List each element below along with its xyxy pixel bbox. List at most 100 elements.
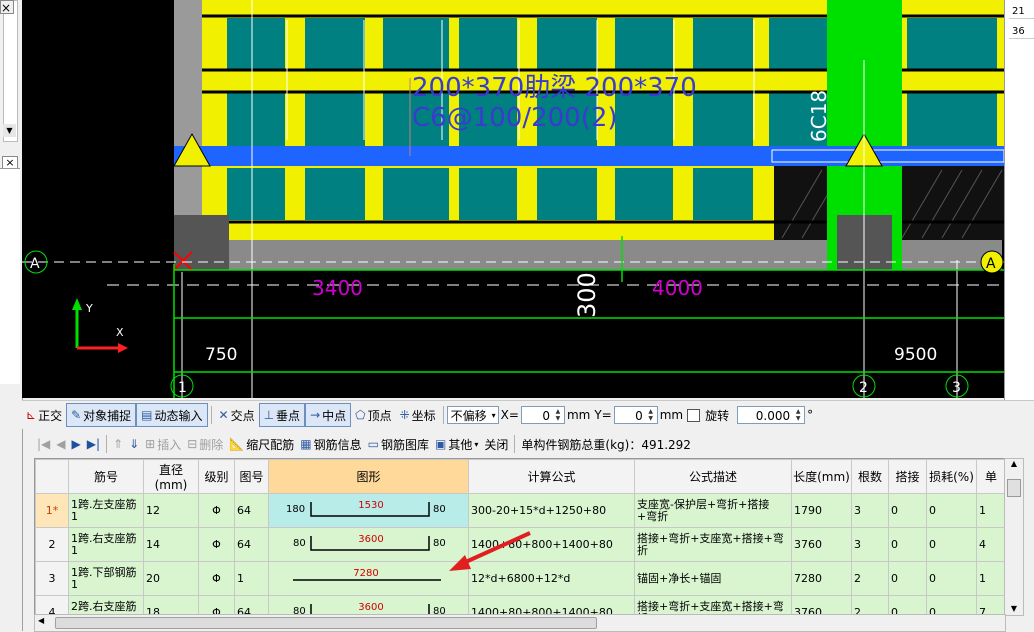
rebar-lap[interactable]: 0 [888,527,927,562]
rebar-description[interactable]: 锚固+净长+锚固 [634,561,792,596]
scroll-thumb[interactable] [55,617,597,629]
next-record-icon[interactable]: ▶ [69,433,84,455]
rebar-lap[interactable]: 0 [888,561,927,596]
vertex-button[interactable]: ⬠ 顶点 [351,404,395,426]
rebar-shape[interactable]: 80 3600 80 [268,527,469,562]
rebar-description[interactable]: 搭接+弯折+支座宽+搭接+弯折 [634,527,792,562]
prev-record-icon[interactable]: ◀ [53,433,68,455]
perpendicular-button[interactable]: ⊥ 垂点 [258,403,306,427]
column-header[interactable]: 损耗(%) [926,459,977,494]
intersection-button[interactable]: ✕ 交点 [215,404,259,426]
dynamic-input-button[interactable]: ▤ 动态输入 [136,403,208,427]
rebar-length[interactable]: 3760 [791,527,852,562]
rebar-grade[interactable]: Φ [198,493,235,528]
column-header[interactable]: 图号 [234,459,269,494]
table-horizontal-scrollbar[interactable]: ◀ [34,614,1006,632]
rebar-loss[interactable]: 0 [926,527,977,562]
rotate-input[interactable]: 0.000 ▲ ▼ [737,406,806,424]
rebar-description[interactable]: 支座宽-保护层+弯折+搭接+弯折 [634,493,792,528]
x-input[interactable]: 0 ▲ ▼ [520,406,565,424]
rebar-loss[interactable]: 0 [926,493,977,528]
rebar-count[interactable]: 2 [851,595,889,615]
rebar-name[interactable]: 1跨.下部钢筋1 [68,561,144,596]
spin-icon[interactable]: ▲ ▼ [793,408,803,422]
rebar-formula[interactable]: 1400+80+800+1400+80 [468,595,635,615]
rebar-diameter[interactable]: 18 [143,595,199,615]
rebar-formula[interactable]: 300-20+15*d+1250+80 [468,493,635,528]
other-button[interactable]: ▣ 其他 ▾ [432,433,481,455]
first-record-icon[interactable]: |◀ [34,433,53,455]
rebar-length[interactable]: 7280 [791,561,852,596]
rebar-grade[interactable]: Φ [198,595,235,615]
column-header[interactable]: 图形 [268,459,469,494]
column-header[interactable]: 直径(mm) [143,459,199,494]
row-number[interactable]: 1* [35,493,69,528]
rebar-diameter[interactable]: 20 [143,561,199,596]
left-panel-scrollbar[interactable] [3,0,18,142]
column-header[interactable]: 筋号 [68,459,144,494]
scroll-up-icon[interactable]: ▲ [1005,459,1023,468]
grid-close-icon[interactable]: × [0,0,14,15]
rebar-count[interactable]: 3 [851,493,889,528]
column-header[interactable]: 级别 [198,459,235,494]
move-down-icon[interactable]: ⇓ [126,433,142,455]
object-snap-button[interactable]: ✎ 对象捕捉 [66,403,137,427]
scroll-left-icon[interactable]: ◀ [38,616,44,625]
delete-button[interactable]: ⊟ 删除 [184,433,226,455]
rebar-loss[interactable]: 0 [926,561,977,596]
scroll-thumb[interactable] [1007,479,1021,497]
spin-icon[interactable]: ▲ ▼ [553,408,563,422]
spin-icon[interactable]: ▲ ▼ [646,408,656,422]
column-header[interactable]: 根数 [851,459,889,494]
rebar-unit-weight[interactable]: 1 [976,493,1005,528]
close-button[interactable]: 关闭 [481,433,511,455]
column-header[interactable]: 计算公式 [468,459,635,494]
row-number[interactable]: 2 [35,527,69,562]
rebar-grade[interactable]: Φ [198,527,235,562]
rebar-unit-weight[interactable]: 7 [976,595,1005,615]
scroll-down-icon[interactable]: ▼ [1005,604,1023,613]
rebar-shape[interactable]: 180 1530 80 [268,493,469,528]
rebar-figure-no[interactable]: 64 [234,527,269,562]
rebar-count[interactable]: 2 [851,561,889,596]
rebar-figure-no[interactable]: 64 [234,595,269,615]
column-header[interactable]: 长度(mm) [791,459,852,494]
row-number[interactable]: 3 [35,561,69,596]
cad-canvas[interactable]: 200*370肋梁 200*370 C6@100/200(2) 6C18 340… [22,0,1004,398]
rebar-shape[interactable]: 80 3600 80 [268,595,469,615]
rebar-diameter[interactable]: 12 [143,493,199,528]
column-header[interactable]: 公式描述 [634,459,792,494]
rebar-length[interactable]: 3760 [791,595,852,615]
rebar-name[interactable]: 2跨.右支座筋1 [68,595,144,615]
insert-button[interactable]: ⊞ 插入 [142,433,184,455]
offset-select[interactable]: 不偏移 ▾ [446,406,499,424]
rebar-length[interactable]: 1790 [791,493,852,528]
last-record-icon[interactable]: ▶| [84,433,103,455]
rebar-loss[interactable]: 0 [926,595,977,615]
rebar-unit-weight[interactable]: 4 [976,527,1005,562]
table-row[interactable]: 4 2跨.右支座筋1 18 Φ 64 80 3600 80 1400+80+80… [35,595,1005,615]
rebar-lap[interactable]: 0 [888,493,927,528]
rebar-figure-no[interactable]: 64 [234,493,269,528]
rotate-checkbox[interactable] [687,408,701,422]
y-input[interactable]: 0 ▲ ▼ [613,406,658,424]
rebar-grade[interactable]: Φ [198,561,235,596]
scroll-down-icon[interactable]: ▼ [3,124,16,137]
midpoint-button[interactable]: → 中点 [305,403,352,427]
rebar-info-button[interactable]: ▦ 钢筋信息 [297,433,364,455]
move-up-icon[interactable]: ⇑ [110,433,126,455]
column-header[interactable] [35,459,69,494]
rebar-figure-no[interactable]: 1 [234,561,269,596]
rebar-diameter[interactable]: 14 [143,527,199,562]
table-row[interactable]: 1* 1跨.左支座筋1 12 Φ 64 180 1530 80 300-20+1… [35,493,1005,528]
coordinate-button[interactable]: ⁜ 坐标 [396,404,440,426]
rebar-library-button[interactable]: ▭ 钢筋图库 [365,433,432,455]
rebar-name[interactable]: 1跨.右支座筋1 [68,527,144,562]
column-header[interactable]: 单 [976,459,1005,494]
rebar-unit-weight[interactable]: 1 [976,561,1005,596]
rebar-shape[interactable]: 7280 [268,561,469,596]
row-number[interactable]: 4 [35,595,69,615]
table-vertical-scrollbar[interactable]: ▲ ▼ [1004,458,1024,616]
scale-bar-button[interactable]: 📐 缩尺配筋 [226,433,297,455]
rebar-description[interactable]: 搭接+弯折+支座宽+搭接+弯折 [634,595,792,615]
